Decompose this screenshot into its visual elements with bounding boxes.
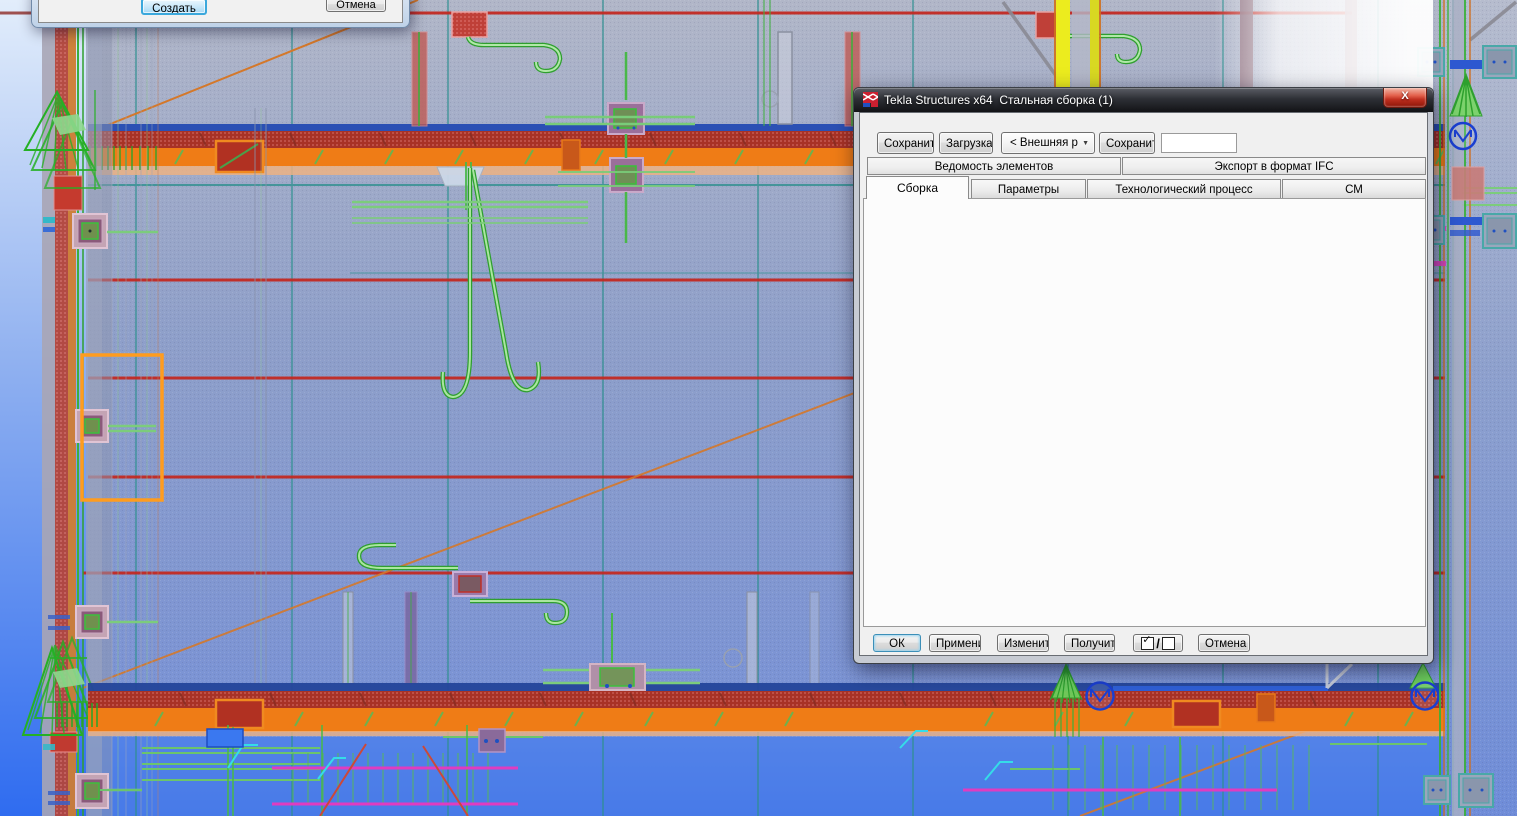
cancel-button[interactable]: Отмена [1198,634,1250,652]
tab-workflow[interactable]: Технологический процесс [1087,179,1281,199]
tab-parameters[interactable]: Параметры [971,179,1086,199]
tab-ifc-export[interactable]: Экспорт в формат IFC [1122,157,1426,175]
steel-assembly-dialog: Tekla Structures x64 Стальная сборка (1)… [853,87,1434,664]
dialog-body: Сохранить Загрузка < Внешняя р ▼ Сохрани… [859,112,1428,656]
cancel-button-mini[interactable]: Отмена [326,0,386,12]
tab-cm[interactable]: СМ [1282,179,1426,199]
create-button[interactable]: Создать [141,0,207,15]
toggle-checkboxes-button[interactable]: ✓/ [1133,634,1183,652]
create-dialog-body: Создать Отмена [38,0,403,23]
tekla-application-window: Создать Отмена Tekla Structures x64 Стал… [0,0,1517,816]
chevron-down-icon: ▼ [1082,133,1089,154]
white-window-glow [1213,0,1433,92]
assembly-tab-page [863,198,1426,627]
profile-combobox[interactable]: < Внешняя р ▼ [1001,132,1095,154]
slash-glyph: / [1154,636,1162,651]
tab-element-list[interactable]: Ведомость элементов [867,157,1121,175]
bottom-beam [57,683,1445,736]
get-button[interactable]: Получить [1064,634,1115,652]
dialog-titlebar[interactable]: Tekla Structures x64 Стальная сборка (1)… [854,88,1433,112]
ok-button[interactable]: ОК [873,634,921,652]
modify-button[interactable]: Изменить [997,634,1049,652]
save-button[interactable]: Сохранить [877,132,934,154]
save-as-button[interactable]: Сохранить как [1099,132,1155,154]
profile-combobox-value: < Внешняя р [1010,137,1078,149]
dialog-title: Tekla Structures x64 Стальная сборка (1) [884,88,1113,112]
apply-button[interactable]: Применить [929,634,981,652]
checked-box-icon: ✓ [1141,637,1154,650]
save-as-name-input[interactable] [1161,133,1237,153]
create-dialog: Создать Отмена [31,0,410,28]
close-icon[interactable]: X [1383,88,1427,108]
tekla-logo-icon [863,92,878,107]
load-button[interactable]: Загрузка [939,132,993,154]
empty-box-icon [1162,637,1175,650]
tab-assembly[interactable]: Сборка [866,176,969,199]
